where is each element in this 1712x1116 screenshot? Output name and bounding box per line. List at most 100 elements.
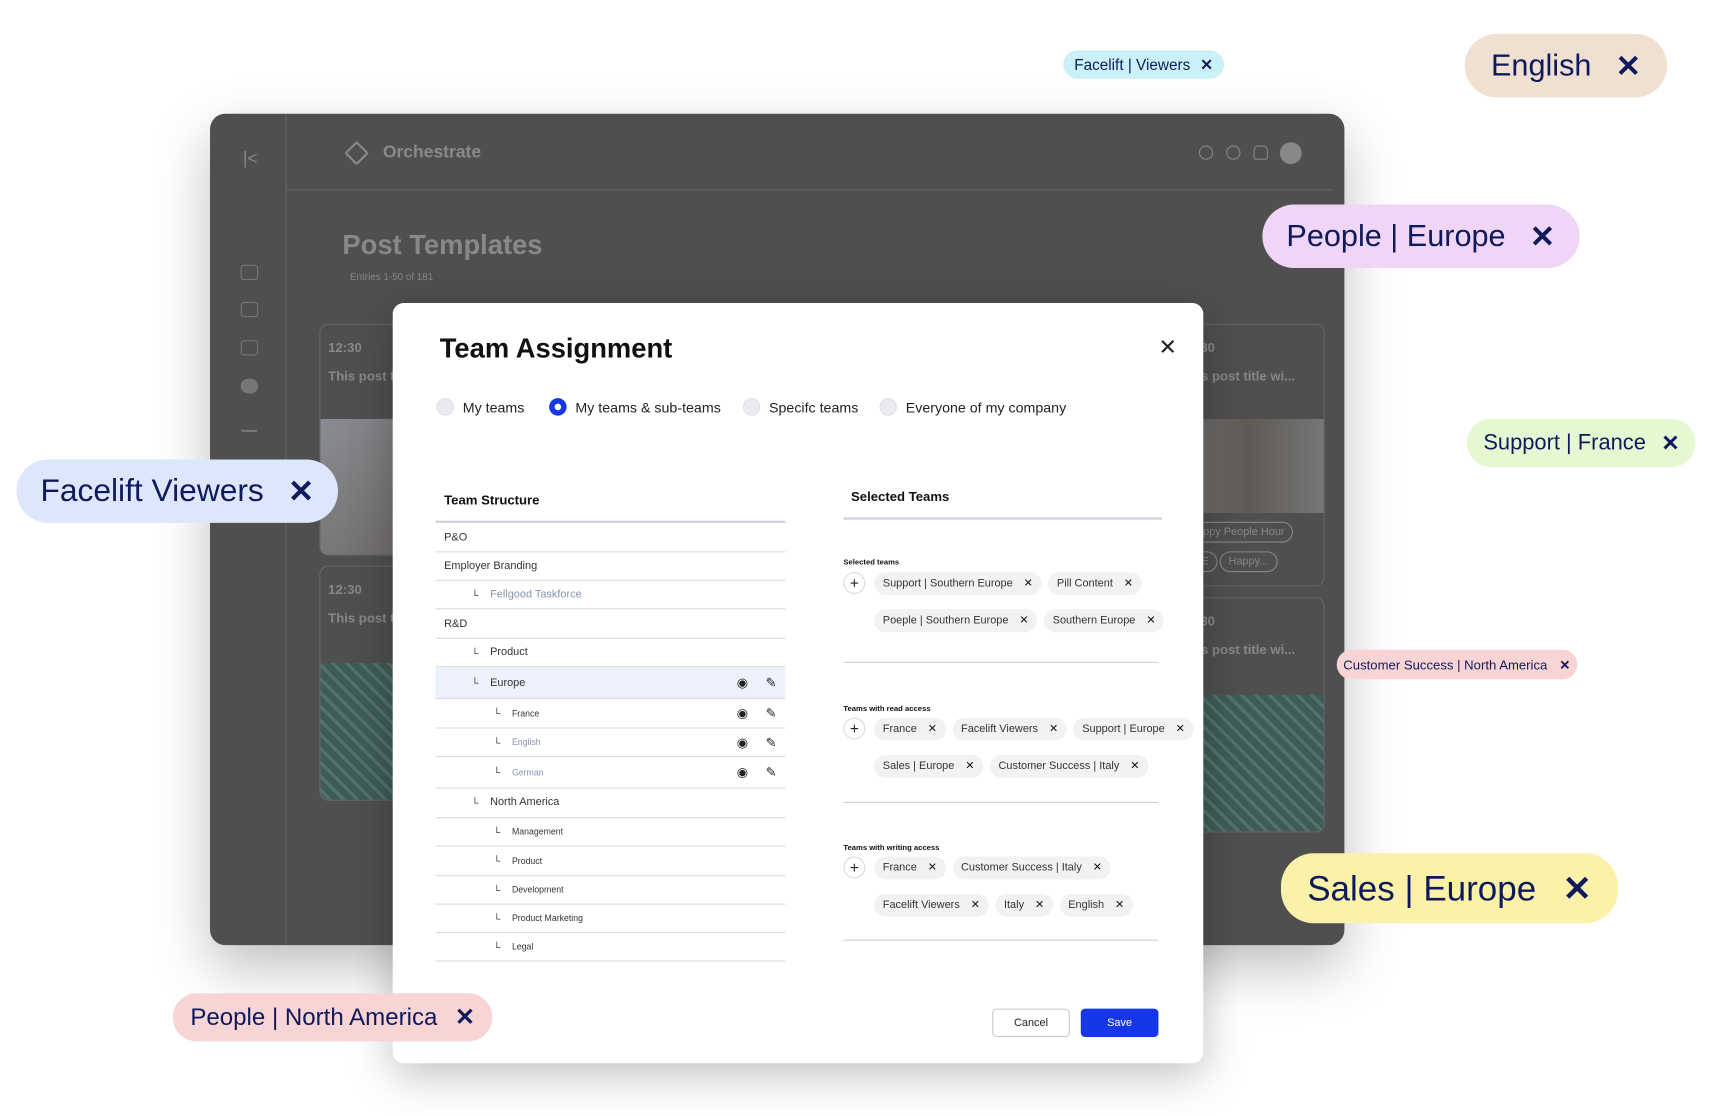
tree-row[interactable]: └ Product — [435, 639, 786, 668]
remove-icon[interactable]: ✕ — [1093, 862, 1102, 874]
radio-option[interactable]: Everyone of my company — [879, 398, 1066, 416]
indent-icon: └ — [471, 589, 479, 601]
tree-row[interactable]: └ German ◉ ✎ — [435, 757, 786, 789]
tree-row[interactable]: └ Fellgood Taskforce — [435, 581, 786, 610]
close-icon[interactable]: ✕ — [1200, 55, 1213, 74]
remove-icon[interactable]: ✕ — [928, 862, 937, 874]
radio-button[interactable] — [549, 398, 567, 416]
team-chip[interactable]: Italy ✕ — [995, 893, 1053, 917]
remove-icon[interactable]: ✕ — [1124, 578, 1133, 590]
floating-team-tag[interactable]: Customer Success | North America ✕ — [1336, 649, 1577, 680]
radio-button[interactable] — [742, 398, 761, 416]
chip-row: Support | Southern Europe ✕ Pill Content ✕ — [874, 572, 1142, 596]
eye-icon[interactable]: ◉ — [737, 675, 748, 690]
team-chip[interactable]: Southern Europe ✕ — [1043, 609, 1165, 633]
tree-label: Europe — [490, 676, 526, 689]
close-icon[interactable]: ✕ — [1661, 429, 1679, 456]
radio-button[interactable] — [879, 398, 897, 416]
team-chip[interactable]: Pill Content ✕ — [1048, 572, 1142, 596]
tree-row[interactable]: └ Product Marketing — [435, 905, 786, 934]
tree-row[interactable]: P&O — [435, 523, 786, 553]
remove-icon[interactable]: ✕ — [928, 723, 937, 735]
add-team-button[interactable]: + — [843, 856, 866, 879]
close-icon[interactable]: ✕ — [288, 472, 315, 510]
tree-row[interactable]: └ English ◉ ✎ — [435, 729, 786, 757]
remove-icon[interactable]: ✕ — [1019, 615, 1028, 627]
help-icon[interactable] — [1226, 145, 1241, 160]
remove-icon[interactable]: ✕ — [1049, 723, 1058, 735]
floating-team-tag[interactable]: English ✕ — [1464, 33, 1668, 98]
tree-row[interactable]: R&D — [435, 609, 786, 639]
pencil-icon[interactable]: ✎ — [766, 706, 777, 721]
pencil-icon[interactable]: ✎ — [766, 735, 777, 750]
team-chip[interactable]: Customer Success | Italy ✕ — [952, 856, 1111, 880]
tree-row[interactable]: └ France ◉ ✎ — [435, 699, 786, 729]
pencil-icon[interactable]: ✎ — [766, 765, 777, 780]
tag-label: People | North America — [190, 1003, 438, 1031]
floating-team-tag[interactable]: People | North America ✕ — [172, 993, 493, 1042]
team-chip[interactable]: Customer Success | Italy ✕ — [989, 754, 1149, 778]
tree-row[interactable]: └ Product — [435, 847, 786, 877]
tree-row[interactable]: └ Management — [435, 818, 786, 847]
remove-icon[interactable]: ✕ — [1024, 578, 1033, 590]
chart-icon[interactable] — [240, 417, 259, 433]
remove-icon[interactable]: ✕ — [1146, 615, 1155, 627]
tree-row[interactable]: └ Development — [435, 876, 786, 905]
close-icon[interactable]: ✕ — [1559, 657, 1570, 672]
floating-team-tag[interactable]: Sales | Europe ✕ — [1280, 853, 1619, 924]
close-icon[interactable]: ✕ — [1616, 48, 1642, 84]
team-chip[interactable]: Support | Southern Europe ✕ — [874, 572, 1042, 596]
remove-icon[interactable]: ✕ — [1035, 899, 1044, 911]
floating-team-tag[interactable]: People | Europe ✕ — [1262, 204, 1580, 269]
team-chip[interactable]: France ✕ — [874, 717, 946, 741]
close-icon[interactable]: ✕ — [1530, 218, 1556, 254]
team-chip[interactable]: Sales | Europe ✕ — [874, 754, 984, 778]
remove-icon[interactable]: ✕ — [965, 760, 974, 772]
tree-row[interactable]: └ Europe ◉ ✎ — [435, 667, 786, 700]
avatar[interactable] — [1279, 142, 1302, 165]
radio-option[interactable]: My teams — [436, 398, 524, 416]
floating-team-tag[interactable]: Facelift | Viewers ✕ — [1063, 50, 1224, 79]
radio-option[interactable]: My teams & sub-teams — [549, 398, 721, 416]
remove-icon[interactable]: ✕ — [1130, 760, 1139, 772]
remove-icon[interactable]: ✕ — [1176, 723, 1185, 735]
tree-row[interactable]: └ North America — [435, 788, 786, 819]
tree-row[interactable]: └ Legal — [435, 933, 786, 962]
tree-row[interactable]: Employer Branding — [435, 552, 786, 581]
chip-label: Italy — [1003, 899, 1025, 912]
save-button[interactable]: Save — [1080, 1008, 1159, 1038]
chip-label: Facelift Viewers — [961, 723, 1039, 736]
posts-icon[interactable] — [240, 301, 259, 318]
check-icon[interactable] — [240, 378, 259, 394]
team-chip[interactable]: Support | Europe ✕ — [1073, 717, 1194, 741]
pencil-icon[interactable]: ✎ — [766, 675, 777, 690]
team-chip[interactable]: English ✕ — [1059, 893, 1133, 917]
tree-label: Product — [490, 646, 528, 659]
radio-option[interactable]: Specifc teams — [742, 398, 858, 416]
team-chip[interactable]: Poeple | Southern Europe ✕ — [874, 609, 1038, 633]
team-chip[interactable]: Facelift Viewers ✕ — [874, 893, 989, 917]
calendar-icon[interactable] — [240, 264, 259, 281]
post-time: 12:30 — [328, 340, 362, 356]
settings-icon[interactable] — [1198, 145, 1214, 160]
collapse-icon[interactable]: |< — [243, 150, 258, 170]
floating-team-tag[interactable]: Support | France ✕ — [1466, 418, 1696, 468]
eye-icon[interactable]: ◉ — [737, 765, 748, 780]
close-icon[interactable]: ✕ — [455, 1003, 475, 1031]
close-icon[interactable]: ✕ — [1562, 867, 1591, 909]
remove-icon[interactable]: ✕ — [971, 899, 980, 911]
add-team-button[interactable]: + — [843, 572, 866, 594]
radio-button[interactable] — [436, 398, 454, 416]
eye-icon[interactable]: ◉ — [737, 735, 748, 750]
team-chip[interactable]: Facelift Viewers ✕ — [952, 717, 1067, 741]
cancel-button[interactable]: Cancel — [992, 1008, 1070, 1038]
bell-icon[interactable] — [1253, 145, 1268, 160]
remove-icon[interactable]: ✕ — [1115, 899, 1124, 911]
chip-row: Poeple | Southern Europe ✕ Southern Europe… — [874, 609, 1165, 633]
eye-icon[interactable]: ◉ — [737, 706, 748, 721]
floating-team-tag[interactable]: Facelift Viewers ✕ — [16, 459, 339, 523]
team-chip[interactable]: France ✕ — [874, 856, 946, 880]
close-icon[interactable]: ✕ — [1158, 334, 1176, 361]
mail-icon[interactable] — [240, 340, 259, 356]
add-team-button[interactable]: + — [843, 717, 866, 740]
